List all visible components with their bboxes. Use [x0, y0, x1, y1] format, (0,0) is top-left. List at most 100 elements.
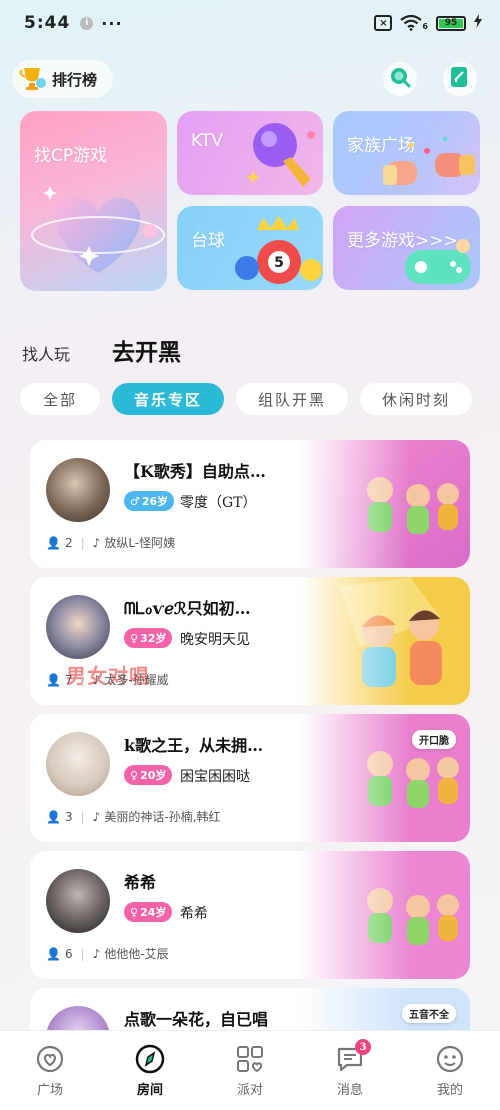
- tile-billiards[interactable]: 台球 5: [177, 206, 323, 290]
- room-tag: 五音不全: [402, 1004, 456, 1023]
- ranking-button[interactable]: 排行榜: [12, 60, 114, 98]
- room-card[interactable]: 组队K歌 开口脆 k歌之王，从未拥… ♀ 20岁 困宝困困哒 👤 3 | ♪ 美丽的神…: [30, 714, 470, 842]
- heart-bubble-icon: [34, 1043, 66, 1075]
- host-name: 晚安明天见: [180, 632, 250, 648]
- member-count: 3: [64, 809, 73, 824]
- song-name: 他他他-艾辰: [104, 947, 169, 961]
- age-badge: ♂ 26岁: [124, 491, 175, 511]
- game-controller-icon: [405, 239, 471, 284]
- bottom-nav: 广场 房间 派对 3 消息 我的: [0, 1030, 500, 1110]
- nav-me[interactable]: 我的: [415, 1043, 485, 1098]
- ranking-label: 排行榜: [52, 70, 98, 89]
- status-bar: 5:44 i ··· × 6 95: [0, 0, 500, 46]
- tab-go-play[interactable]: 去开黑: [112, 333, 181, 367]
- chip-team-play[interactable]: 组队开黑: [236, 383, 348, 415]
- age-badge: ♀ 20岁: [124, 765, 173, 785]
- host-name: 希希: [180, 906, 208, 922]
- tab-find-players[interactable]: 找人玩: [22, 341, 70, 365]
- room-footer: 👤 2 | ♪ 放纵L-怪阿姨: [46, 535, 176, 551]
- music-note-icon: ♪: [92, 809, 101, 824]
- tile-ktv-label: KTV: [191, 131, 223, 151]
- avatar[interactable]: [46, 458, 110, 522]
- avatar[interactable]: [46, 732, 110, 796]
- member-count: 7: [64, 672, 73, 687]
- charging-icon: [474, 14, 482, 32]
- search-icon: [389, 66, 411, 92]
- nav-messages[interactable]: 3 消息: [315, 1039, 385, 1098]
- billiard-ball-icon: 5: [235, 216, 322, 284]
- chip-music[interactable]: 音乐专区: [112, 383, 224, 415]
- room-footer: 👤 6 | ♪ 他他他-艾辰: [46, 946, 169, 962]
- battery-icon: 95: [436, 15, 466, 31]
- tile-find-cp-label: 找CP游戏: [34, 146, 108, 166]
- svg-text:5: 5: [274, 255, 284, 271]
- avatar[interactable]: [46, 869, 110, 933]
- nav-square[interactable]: 广场: [15, 1043, 85, 1098]
- song-name: 美丽的神话-孙楠,韩红: [104, 810, 221, 824]
- tile-ktv[interactable]: KTV: [177, 111, 323, 195]
- music-note-icon: ♪: [92, 946, 101, 961]
- tile-more-games[interactable]: 更多游戏>>>: [333, 206, 480, 290]
- nav-square-label: 广场: [36, 1083, 63, 1098]
- grid-heart-icon: [234, 1043, 266, 1075]
- room-tag: 开口脆: [412, 730, 456, 749]
- nav-me-label: 我的: [436, 1083, 463, 1098]
- wifi-icon: 6: [400, 15, 428, 31]
- room-card[interactable]: 组队K歌 【K歌秀】自助点… ♂ 26岁 零度（GT） 👤 2 | ♪ 放纵L-怪阿姨: [30, 440, 470, 568]
- room-title: 【K歌秀】自助点…: [124, 462, 266, 481]
- song-name: 太多-孙耀威: [104, 673, 169, 687]
- member-count: 6: [64, 946, 73, 961]
- room-title: 点歌一朵花，自已唱: [124, 1010, 269, 1029]
- song-name: 放纵L-怪阿姨: [104, 536, 176, 550]
- unread-badge: 3: [355, 1039, 371, 1055]
- person-icon: 👤: [46, 809, 61, 824]
- compass-icon: [134, 1043, 166, 1075]
- person-icon: 👤: [46, 535, 61, 550]
- age-badge: ♀ 24岁: [124, 902, 173, 922]
- host-name: 零度（GT）: [180, 495, 257, 511]
- tile-family-square[interactable]: 家族广场: [333, 111, 480, 195]
- microphone-icon: [246, 123, 315, 187]
- edit-button[interactable]: [443, 62, 477, 96]
- avatar[interactable]: [46, 595, 110, 659]
- room-title: 希希: [124, 873, 157, 892]
- tile-find-cp[interactable]: 找CP游戏: [20, 111, 167, 291]
- info-icon: i: [80, 16, 94, 30]
- nav-party-label: 派对: [236, 1083, 263, 1098]
- note-edit-icon: [450, 66, 470, 92]
- room-title: ᗰᒪℴѵℯℛ只如初…: [124, 599, 251, 618]
- nav-rooms-label: 房间: [136, 1083, 163, 1098]
- person-icon: 👤: [46, 946, 61, 961]
- room-title: k歌之王，从未拥…: [124, 736, 264, 755]
- more-dots-icon: ···: [101, 13, 123, 33]
- member-count: 2: [64, 535, 73, 550]
- music-note-icon: ♪: [92, 672, 101, 687]
- nav-rooms[interactable]: 房间: [115, 1043, 185, 1098]
- nav-party[interactable]: 派对: [215, 1043, 285, 1098]
- status-time: 5:44: [24, 13, 71, 33]
- chip-all[interactable]: 全部: [20, 383, 100, 415]
- host-name: 困宝困困哒: [180, 769, 250, 785]
- signal-label: 6: [422, 22, 428, 31]
- heart-planet-icon: [31, 186, 165, 273]
- female-icon: ♀: [130, 905, 139, 919]
- battery-level: 95: [439, 18, 463, 28]
- person-icon: 👤: [46, 672, 61, 687]
- nav-messages-label: 消息: [336, 1083, 363, 1098]
- age-badge: ♀ 32岁: [124, 628, 173, 648]
- female-icon: ♀: [130, 768, 139, 782]
- male-icon: ♂: [130, 494, 140, 508]
- tile-billiards-label: 台球: [191, 231, 225, 251]
- trophy-icon: [18, 65, 48, 93]
- chip-leisure[interactable]: 休闲时刻: [360, 383, 472, 415]
- sim-icon: ×: [374, 15, 393, 31]
- room-footer: 👤 7 | ♪ 太多-孙耀威: [46, 672, 169, 688]
- room-footer: 👤 3 | ♪ 美丽的神话-孙楠,韩红: [46, 809, 221, 825]
- room-card[interactable]: 组队K歌 希希 ♀ 24岁 希希 👤 6 | ♪ 他他他-艾辰: [30, 851, 470, 979]
- music-note-icon: ♪: [92, 535, 101, 550]
- female-icon: ♀: [130, 631, 139, 645]
- fist-bump-icon: [383, 136, 475, 185]
- search-button[interactable]: [383, 62, 417, 96]
- face-icon: [434, 1043, 466, 1075]
- room-card[interactable]: 男女对唱 ᗰᒪℴѵℯℛ只如初… ♀ 32岁 晚安明天见 👤 7 | ♪ 太多-孙耀威: [30, 577, 470, 705]
